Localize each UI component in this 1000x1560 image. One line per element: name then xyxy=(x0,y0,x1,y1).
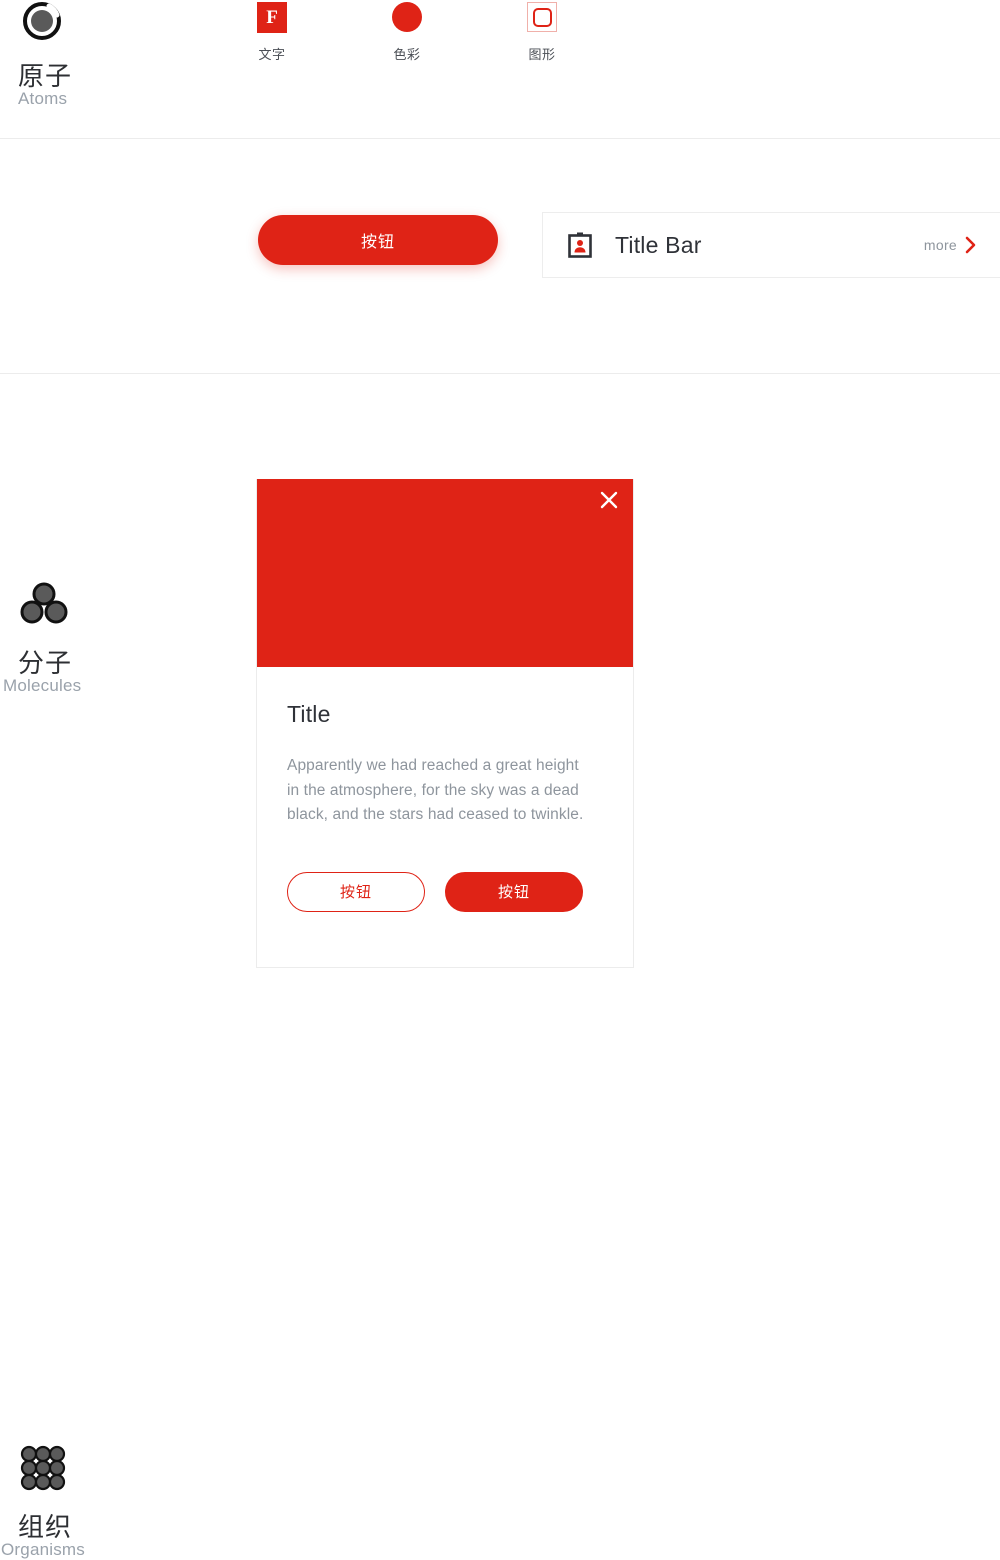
card-title: Title xyxy=(287,701,331,727)
letter-f-glyph: F xyxy=(257,1,287,33)
card-actions: 按钮 按钮 xyxy=(287,871,603,912)
close-icon[interactable] xyxy=(595,486,623,514)
title-bar-more-label: more xyxy=(923,237,957,253)
atom-item-label: 图形 xyxy=(528,47,556,62)
atoms-swatch-row: F 文字 色彩 图形 xyxy=(0,0,1000,70)
atom-item-text[interactable]: F 文字 xyxy=(212,0,332,63)
rounded-square-swatch-icon xyxy=(482,0,602,34)
atom-item-label: 文字 xyxy=(258,47,286,62)
title-bar-title: Title Bar xyxy=(615,231,702,258)
level-label-cn: 组织 xyxy=(18,1512,73,1542)
organism-card: Title Apparently we had reached a great … xyxy=(256,479,634,968)
atom-item-label: 色彩 xyxy=(393,47,421,62)
color-circle-swatch-icon xyxy=(347,0,467,34)
id-badge-icon xyxy=(567,231,593,259)
atom-item-shape[interactable]: 图形 xyxy=(482,0,602,63)
card-body: Title Apparently we had reached a great … xyxy=(257,667,633,912)
card-description: Apparently we had reached a great height… xyxy=(287,757,584,823)
card-secondary-button[interactable]: 按钮 xyxy=(287,871,425,912)
molecule-button[interactable]: 按钮 xyxy=(258,215,498,265)
shape-inner-rounded-square xyxy=(532,7,552,27)
color-circle xyxy=(392,2,422,32)
organism-circle-grid-icon xyxy=(18,1445,78,1491)
card-primary-button[interactable]: 按钮 xyxy=(445,871,583,912)
section-atoms: 原子 Atoms F 文字 色彩 图形 xyxy=(0,0,1000,138)
atom-item-color[interactable]: 色彩 xyxy=(347,0,467,63)
title-bar-more-link[interactable]: more xyxy=(924,236,977,254)
level-label-en: Organisms xyxy=(1,1540,85,1559)
shape-outer-frame xyxy=(527,2,557,32)
title-bar[interactable]: Title Bar more xyxy=(542,212,1000,278)
letter-f-swatch-icon: F xyxy=(212,0,332,34)
card-media-banner xyxy=(257,479,633,667)
chevron-right-icon xyxy=(965,236,977,254)
level-label-en: Atoms xyxy=(18,89,68,108)
